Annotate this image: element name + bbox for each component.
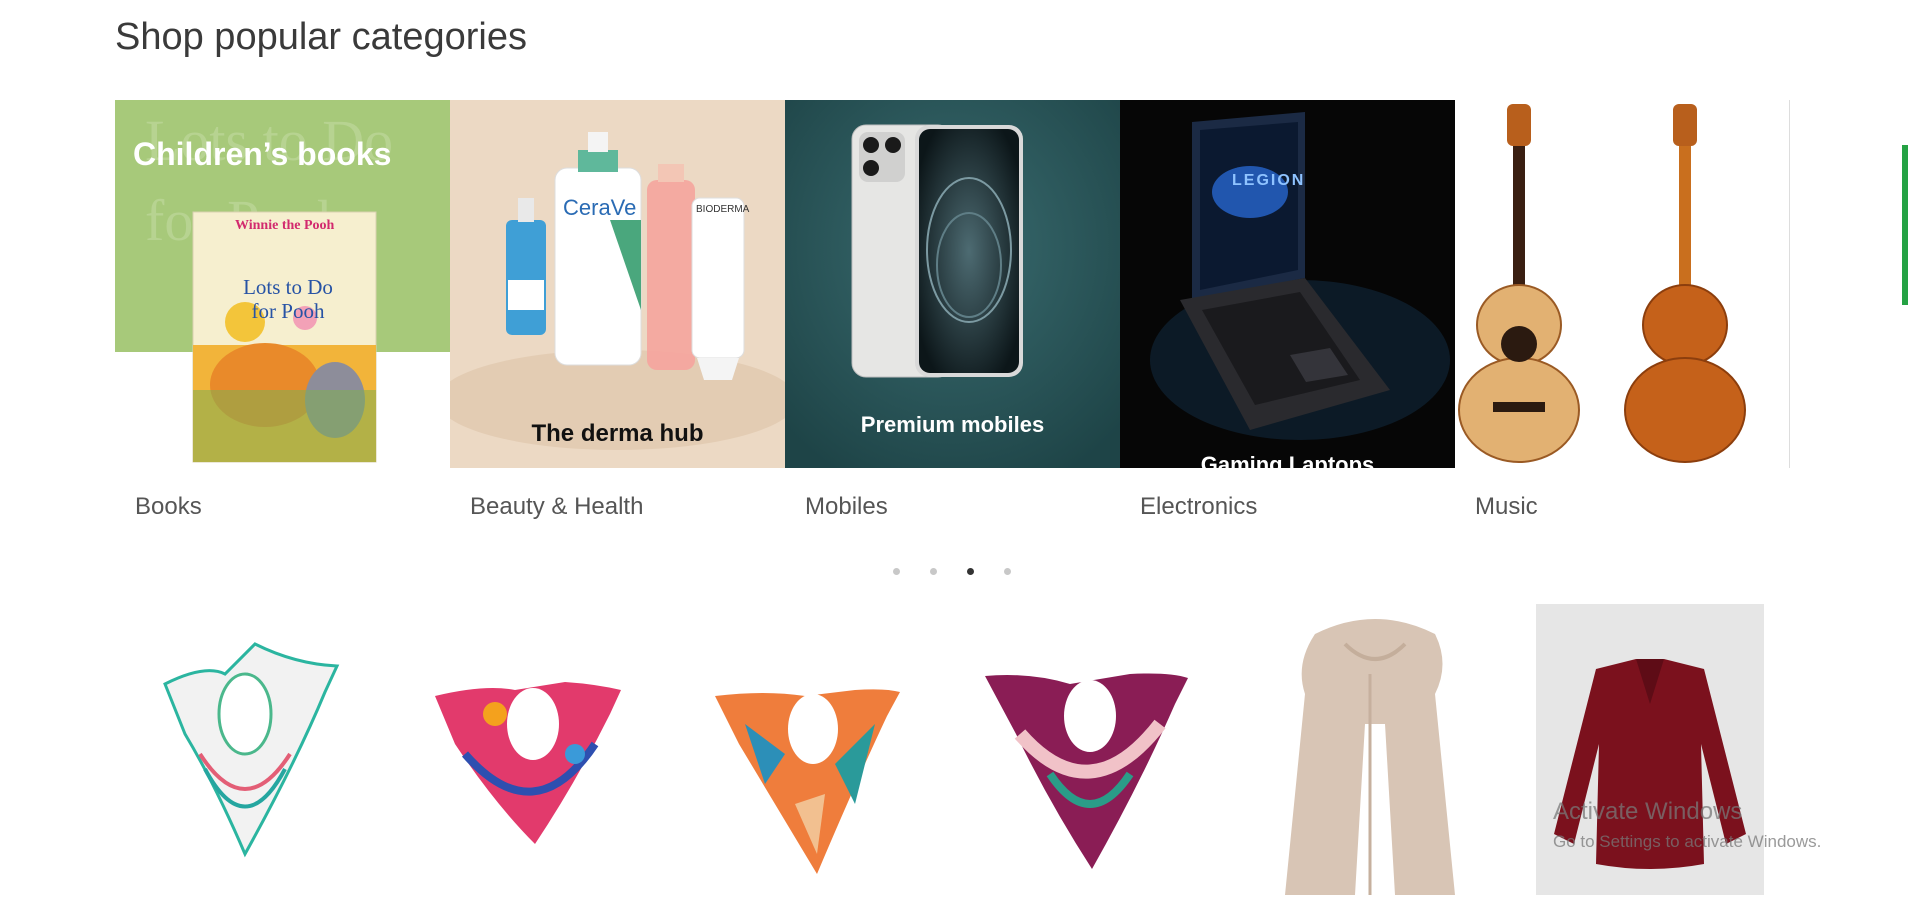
pagination-dot-4[interactable]: [1004, 568, 1011, 575]
category-card-books[interactable]: Lots to Do for Pooh Children’s books Win…: [115, 100, 450, 540]
scroll-accent-bar: [1902, 145, 1908, 305]
beauty-banner-title: The derma hub: [531, 420, 704, 447]
category-label-mobiles[interactable]: Mobiles: [805, 493, 888, 521]
section-title: Shop popular categories: [115, 16, 527, 58]
product-card-magenta-leaf-scarf[interactable]: [980, 604, 1190, 895]
product-row: [115, 604, 1775, 895]
pagination-dot-2[interactable]: [930, 568, 937, 575]
mobiles-banner[interactable]: Premium mobiles: [785, 100, 1120, 468]
laptop-screen-logo: LEGION: [1232, 172, 1306, 189]
category-card-electronics[interactable]: LEGION Gaming Laptops Electronics: [1120, 100, 1455, 540]
books-banner[interactable]: Lots to Do for Pooh Children’s books Win…: [115, 100, 450, 468]
mobiles-banner-title: Premium mobiles: [860, 412, 1045, 437]
product-card-beige-scarf[interactable]: [1275, 604, 1475, 895]
windows-activation-watermark: Activate Windows Go to Settings to activ…: [1553, 798, 1821, 852]
book-title: Lots to Do for Pooh: [243, 275, 333, 323]
beauty-banner[interactable]: CeraVe BIODERMA The derma hub: [450, 100, 785, 468]
category-carousel: Lots to Do for Pooh Children’s books Win…: [115, 100, 1790, 540]
category-label-electronics[interactable]: Electronics: [1140, 493, 1257, 521]
category-card-mobiles[interactable]: Premium mobiles Mobiles: [785, 100, 1120, 540]
music-banner[interactable]: [1455, 100, 1790, 468]
category-card-music[interactable]: Music: [1455, 100, 1790, 540]
watermark-title: Activate Windows: [1553, 798, 1743, 825]
electronics-banner[interactable]: LEGION Gaming Laptops: [1120, 100, 1455, 468]
product-card-white-floral-scarf[interactable]: [145, 604, 345, 895]
product-card-pink-floral-scarf[interactable]: [425, 604, 625, 895]
category-card-beauty-health[interactable]: CeraVe BIODERMA The derma hub Beauty & H…: [450, 100, 785, 540]
brand-bioderma: BIODERMA: [696, 204, 750, 215]
watermark-subtitle: Go to Settings to activate Windows.: [1553, 832, 1822, 851]
pagination-dot-1[interactable]: [893, 568, 900, 575]
book-brand: Winnie the Pooh: [235, 218, 335, 233]
product-card-orange-geometric-scarf[interactable]: [705, 604, 905, 895]
books-banner-title: Children’s books: [133, 136, 392, 172]
brand-cerave: CeraVe: [563, 195, 637, 220]
electronics-banner-title: Gaming Laptops: [1200, 452, 1375, 468]
category-label-books[interactable]: Books: [135, 493, 202, 521]
category-label-beauty-health[interactable]: Beauty & Health: [470, 493, 643, 521]
category-label-music[interactable]: Music: [1475, 493, 1538, 521]
pagination-dot-3[interactable]: [967, 568, 974, 575]
